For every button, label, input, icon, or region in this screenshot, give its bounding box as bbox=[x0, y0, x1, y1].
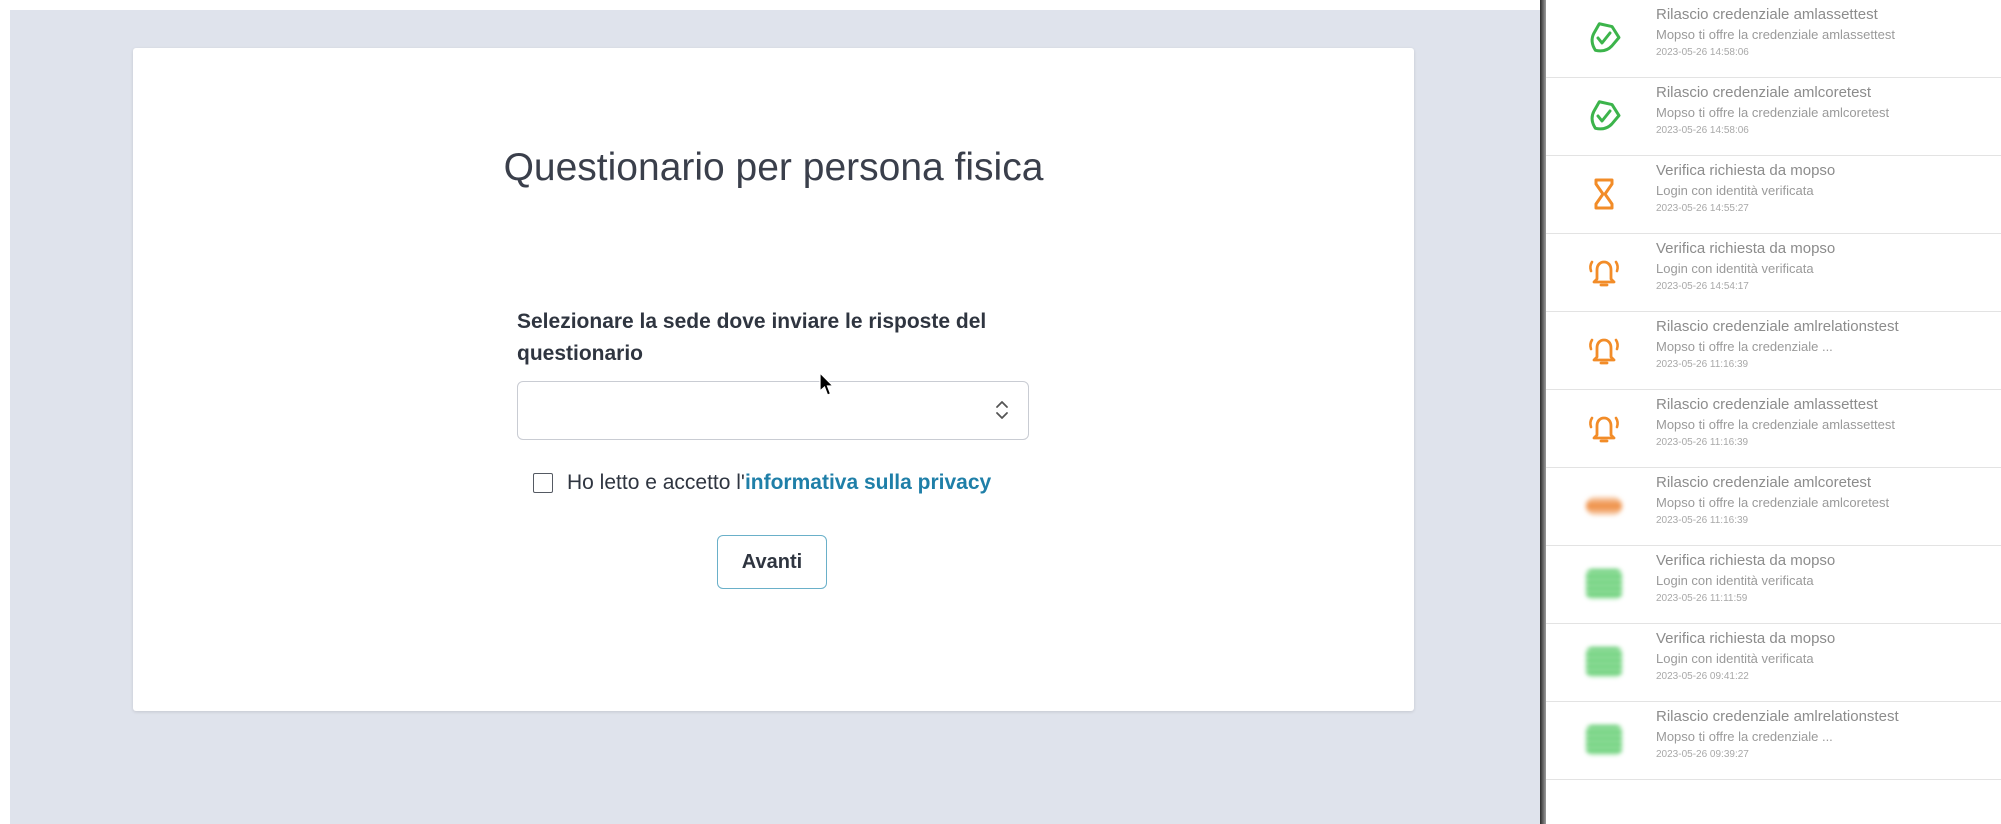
notification-title: Rilascio credenziale amlcoretest bbox=[1656, 84, 1872, 101]
notification-panel: Rilascio credenziale amlassettest Mopso t… bbox=[1546, 0, 2001, 824]
alarm-bell-icon bbox=[1586, 254, 1622, 290]
notification-title: Verifica richiesta da mopso bbox=[1656, 630, 1836, 647]
alarm-bell-icon bbox=[1586, 332, 1622, 368]
notification-time: 2023-05-26 11:11:59 bbox=[1656, 593, 1748, 604]
notification-time: 2023-05-26 11:16:39 bbox=[1656, 359, 1749, 370]
notification-subtitle: Login con identità verificata bbox=[1656, 261, 1814, 276]
privacy-policy-link[interactable]: informativa sulla privacy bbox=[745, 471, 991, 495]
privacy-consent-text: Ho letto e accetto l' bbox=[567, 471, 745, 494]
shield-check-icon bbox=[1586, 20, 1622, 56]
notification-time: 2023-05-26 14:58:06 bbox=[1656, 125, 1749, 136]
hourglass-icon bbox=[1586, 176, 1622, 212]
notification-item[interactable]: Verifica richiesta da mopso Login con ide… bbox=[1546, 156, 2001, 234]
notification-title: Rilascio credenziale amlcoretest bbox=[1656, 474, 1872, 491]
top-edge-strip bbox=[0, 0, 1540, 10]
blurred-orange-icon bbox=[1586, 488, 1622, 524]
notification-item[interactable]: Verifica richiesta da mopso Login con ide… bbox=[1546, 624, 2001, 702]
notification-subtitle: Mopso ti offre la credenziale amlassette… bbox=[1656, 27, 1895, 42]
notification-time: 2023-05-26 14:58:06 bbox=[1656, 47, 1749, 58]
privacy-consent-row: Ho letto e accetto l' informativa sulla p… bbox=[533, 468, 991, 498]
blurred-green-icon bbox=[1586, 566, 1622, 602]
notification-subtitle: Login con identità verificata bbox=[1656, 183, 1814, 198]
notification-time: 2023-05-26 14:54:17 bbox=[1656, 281, 1749, 292]
privacy-checkbox[interactable] bbox=[533, 473, 553, 493]
notification-item[interactable]: Verifica richiesta da mopso Login con ide… bbox=[1546, 234, 2001, 312]
notification-title: Rilascio credenziale amlassettest bbox=[1656, 6, 1878, 23]
notification-time: 2023-05-26 09:41:22 bbox=[1656, 671, 1749, 682]
shield-check-icon bbox=[1586, 98, 1622, 134]
notification-subtitle: Mopso ti offre la credenziale amlcoretes… bbox=[1656, 105, 1890, 120]
notification-item[interactable]: Rilascio credenziale amlassettest Mopso t… bbox=[1546, 0, 2001, 78]
notification-subtitle: Mopso ti offre la credenziale amlcoretes… bbox=[1656, 495, 1890, 510]
notification-item[interactable]: Rilascio credenziale amlcoretest Mopso ti… bbox=[1546, 78, 2001, 156]
notification-title: Verifica richiesta da mopso bbox=[1656, 240, 1836, 257]
notification-item[interactable]: Rilascio credenziale amlrelationstest Mop… bbox=[1546, 702, 2001, 780]
notification-title: Verifica richiesta da mopso bbox=[1656, 162, 1836, 179]
left-edge-strip bbox=[0, 0, 10, 824]
notification-title: Verifica richiesta da mopso bbox=[1656, 552, 1836, 569]
next-button[interactable]: Avanti bbox=[717, 535, 827, 589]
notification-subtitle: Mopso ti offre la credenziale amlassette… bbox=[1656, 417, 1895, 432]
blurred-green-icon bbox=[1586, 644, 1622, 680]
chevron-updown-icon bbox=[996, 401, 1008, 419]
notification-time: 2023-05-26 11:16:39 bbox=[1656, 437, 1749, 448]
alarm-bell-icon bbox=[1586, 410, 1622, 446]
notification-item[interactable]: Rilascio credenziale amlcoretest Mopso ti… bbox=[1546, 468, 2001, 546]
notification-subtitle: Login con identità verificata bbox=[1656, 651, 1814, 666]
notification-subtitle: Mopso ti offre la credenziale ... bbox=[1656, 729, 1833, 744]
questionnaire-card: Questionario per persona fisica Selezion… bbox=[133, 48, 1414, 711]
notification-subtitle: Login con identità verificata bbox=[1656, 573, 1814, 588]
notification-title: Rilascio credenziale amlrelationstest bbox=[1656, 708, 1899, 725]
mouse-cursor-icon bbox=[819, 372, 835, 396]
page-title: Questionario per persona fisica bbox=[503, 146, 1044, 189]
notification-time: 2023-05-26 11:16:39 bbox=[1656, 515, 1749, 526]
office-select[interactable] bbox=[517, 381, 1029, 440]
notification-title: Rilascio credenziale amlrelationstest bbox=[1656, 318, 1899, 335]
notification-item[interactable]: Verifica richiesta da mopso Login con ide… bbox=[1546, 546, 2001, 624]
office-select-label: Selezionare la sede dove inviare le risp… bbox=[517, 310, 987, 365]
notification-subtitle: Mopso ti offre la credenziale ... bbox=[1656, 339, 1833, 354]
notification-title: Rilascio credenziale amlassettest bbox=[1656, 396, 1878, 413]
notification-time: 2023-05-26 14:55:27 bbox=[1656, 203, 1749, 214]
blurred-green-icon bbox=[1586, 722, 1622, 758]
notification-time: 2023-05-26 09:39:27 bbox=[1656, 749, 1749, 760]
notification-item[interactable]: Rilascio credenziale amlassettest Mopso t… bbox=[1546, 390, 2001, 468]
notification-item[interactable]: Rilascio credenziale amlrelationstest Mop… bbox=[1546, 312, 2001, 390]
